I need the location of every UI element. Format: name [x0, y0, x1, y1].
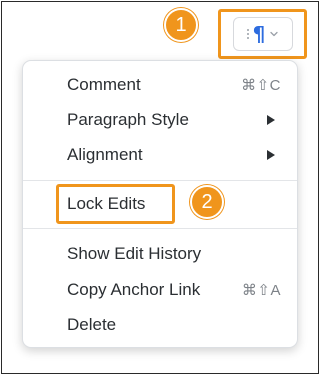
menu-item-delete[interactable]: Delete: [23, 308, 297, 342]
callout-badge-2: 2: [190, 185, 224, 219]
menu-item-show-edit-history[interactable]: Show Edit History: [23, 237, 297, 271]
callout-badge-1: 1: [164, 8, 198, 42]
menu-item-copy-anchor-link[interactable]: Copy Anchor Link ⌘⇧A: [23, 273, 297, 307]
shortcut-label: ⌘⇧C: [241, 77, 281, 94]
menu-item-label: Comment: [67, 75, 141, 94]
lock-edits-highlight: [56, 184, 175, 224]
paragraph-style-button[interactable]: ¶: [233, 17, 293, 51]
chevron-down-icon: [270, 31, 279, 37]
menu-divider: [23, 180, 297, 181]
submenu-arrow-icon: [267, 150, 275, 160]
menu-item-label: Paragraph Style: [67, 110, 189, 129]
shortcut-label: ⌘⇧A: [241, 282, 281, 299]
menu-item-label: Alignment: [67, 145, 143, 164]
menu-item-label: Copy Anchor Link: [67, 280, 201, 299]
menu-item-comment[interactable]: Comment ⌘⇧C: [23, 68, 297, 102]
paragraph-icon: ¶: [252, 22, 266, 46]
drag-handle-icon[interactable]: [246, 29, 249, 39]
submenu-arrow-icon: [267, 115, 275, 125]
menu-item-alignment[interactable]: Alignment: [23, 138, 297, 172]
menu-item-paragraph-style[interactable]: Paragraph Style: [23, 103, 297, 137]
menu-item-label: Show Edit History: [67, 244, 202, 263]
menu-item-label: Delete: [67, 315, 117, 334]
menu-divider: [23, 228, 297, 229]
